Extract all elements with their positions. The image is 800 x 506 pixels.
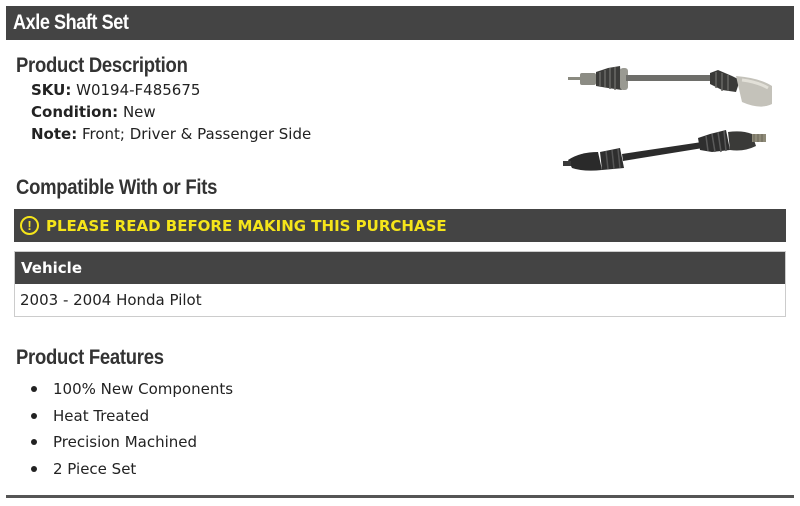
list-item: 100% New Components bbox=[0, 378, 233, 405]
upper-axle-shaft bbox=[568, 66, 772, 107]
feature-text: Heat Treated bbox=[53, 406, 150, 425]
condition-label: Condition: bbox=[31, 103, 119, 121]
features-list: 100% New Components Heat Treated Precisi… bbox=[0, 378, 233, 485]
list-item: 2 Piece Set bbox=[0, 458, 233, 485]
product-description-heading: Product Description bbox=[16, 54, 188, 77]
sku-value: W0194-F485675 bbox=[76, 81, 201, 99]
warning-text: PLEASE READ BEFORE MAKING THIS PURCHASE bbox=[46, 216, 447, 235]
list-item: Precision Machined bbox=[0, 431, 233, 458]
bullet-icon bbox=[31, 439, 37, 446]
bullet-icon bbox=[31, 386, 37, 392]
title-bar: Axle Shaft Set bbox=[6, 6, 794, 40]
condition-value: New bbox=[122, 103, 156, 121]
vehicle-column-header: Vehicle bbox=[15, 252, 785, 284]
note-label: Note: bbox=[31, 125, 78, 143]
compatible-heading: Compatible With or Fits bbox=[16, 176, 218, 199]
list-item: Heat Treated bbox=[0, 405, 233, 432]
feature-text: Precision Machined bbox=[53, 433, 198, 452]
sku-label: SKU: bbox=[31, 81, 72, 99]
axle-shaft-product-image bbox=[563, 66, 772, 171]
lower-axle-shaft bbox=[563, 130, 766, 171]
note-value: Front; Driver & Passenger Side bbox=[81, 125, 312, 143]
sku-line: SKU: W0194-F485675 bbox=[31, 81, 200, 99]
purchase-warning-banner: ! PLEASE READ BEFORE MAKING THIS PURCHAS… bbox=[14, 209, 786, 242]
product-features-heading: Product Features bbox=[16, 346, 164, 369]
vehicle-table: Vehicle 2003 - 2004 Honda Pilot bbox=[14, 251, 786, 317]
exclamation-circle-icon: ! bbox=[20, 216, 39, 235]
note-line: Note: Front; Driver & Passenger Side bbox=[31, 125, 311, 143]
page-title: Axle Shaft Set bbox=[13, 11, 129, 34]
table-row: 2003 - 2004 Honda Pilot bbox=[20, 291, 202, 309]
feature-text: 100% New Components bbox=[53, 380, 234, 398]
bullet-icon bbox=[31, 412, 37, 419]
bullet-icon bbox=[31, 466, 37, 473]
bottom-divider bbox=[6, 495, 794, 498]
condition-line: Condition: New bbox=[31, 103, 156, 121]
feature-text: 2 Piece Set bbox=[53, 460, 137, 479]
